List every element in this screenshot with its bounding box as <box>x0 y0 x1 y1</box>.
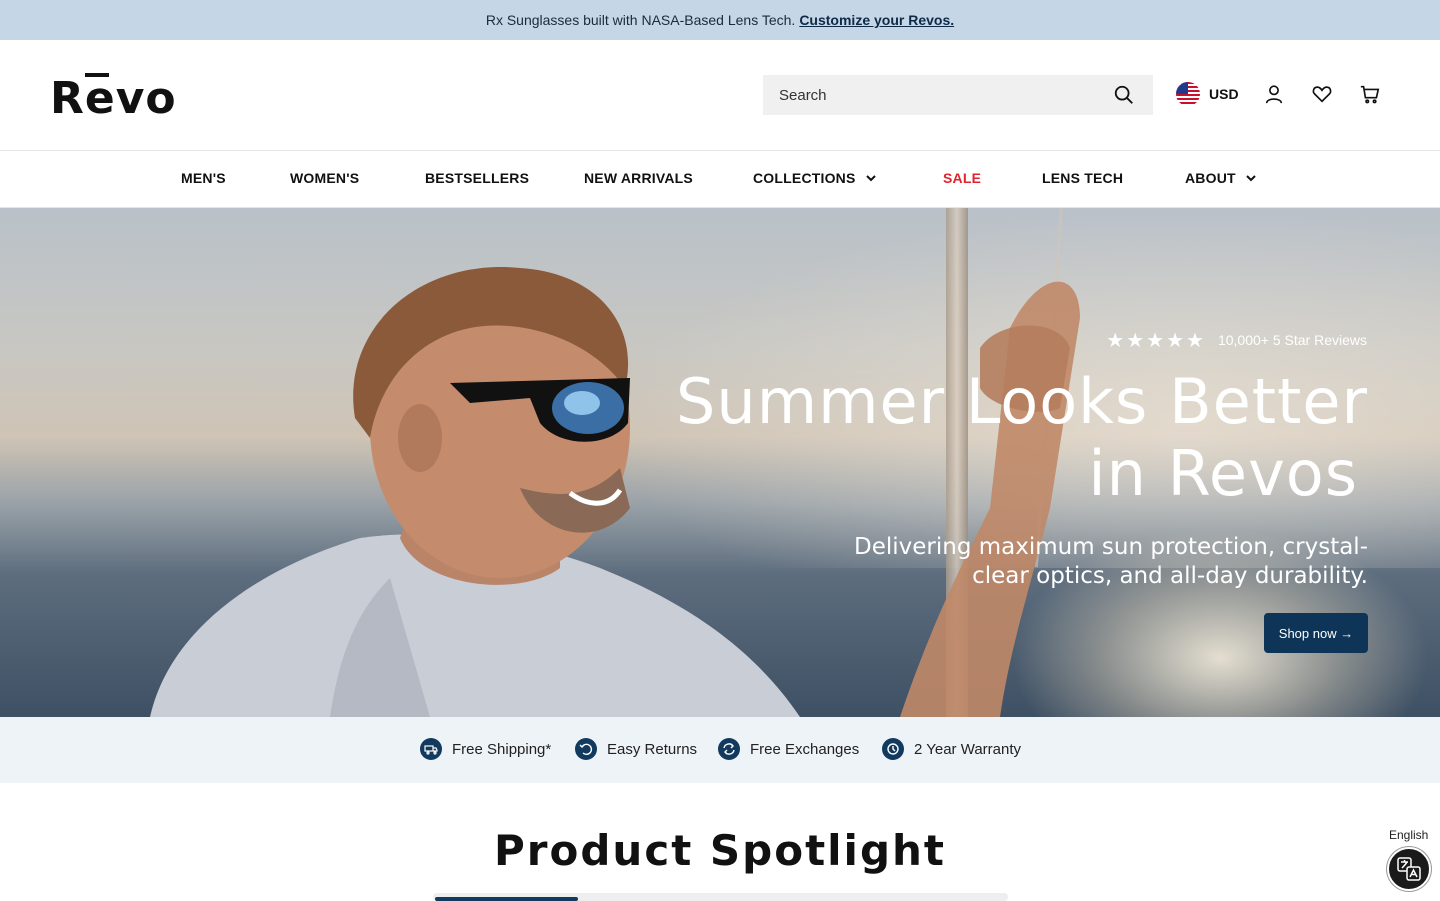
account-icon[interactable] <box>1263 83 1285 105</box>
perk-label: 2 Year Warranty <box>914 740 1021 758</box>
search-input[interactable] <box>763 75 1103 115</box>
nav-item-collections[interactable]: COLLECTIONS <box>753 170 877 186</box>
nav-label: COLLECTIONS <box>753 170 856 186</box>
hero-headline-line2: in Revos <box>1088 437 1358 510</box>
star-icon: ★ <box>1186 328 1204 352</box>
search-bar[interactable] <box>763 75 1153 115</box>
currency-label: USD <box>1209 86 1239 102</box>
returns-icon <box>575 738 597 760</box>
spotlight-tab-active[interactable] <box>435 897 578 901</box>
perk-label: Free Shipping* <box>452 740 552 758</box>
perk-free-exchanges: Free Exchanges <box>718 738 859 760</box>
hero-banner: ★ ★ ★ ★ ★ 10,000+ 5 Star Reviews Summer … <box>0 208 1440 717</box>
star-icon: ★ <box>1166 328 1185 352</box>
perks-bar: Free Shipping* Easy Returns Free Exchang… <box>0 717 1440 783</box>
nav-label: BESTSELLERS <box>425 170 530 186</box>
chevron-down-icon <box>865 175 876 182</box>
shipping-icon <box>420 738 442 760</box>
perk-label: Free Exchanges <box>750 740 860 758</box>
announcement-link[interactable]: Customize your Revos. <box>799 12 954 28</box>
rating-text: 10,000+ 5 Star Reviews <box>1217 332 1367 348</box>
perk-easy-returns: Easy Returns <box>575 738 697 760</box>
exchange-icon <box>718 738 740 760</box>
warranty-icon <box>882 738 904 760</box>
nav-item-bestsellers[interactable]: BESTSELLERS <box>425 170 529 186</box>
announcement-bar: Rx Sunglasses built with NASA-Based Lens… <box>0 0 1440 40</box>
us-flag-icon <box>1176 82 1200 106</box>
perk-label: Easy Returns <box>607 740 698 758</box>
nav-label: MEN'S <box>181 170 226 186</box>
rating-stars: ★ ★ ★ ★ ★ <box>1104 328 1204 352</box>
nav-item-new-arrivals[interactable]: NEW ARRIVALS <box>584 170 693 186</box>
translate-icon <box>1397 857 1421 881</box>
shop-now-button[interactable]: Shop now → <box>1264 613 1368 653</box>
hero-headline-line1: Summer Looks Better <box>676 365 1368 438</box>
site-header: Revo USD <box>0 40 1440 150</box>
cart-icon[interactable] <box>1359 83 1381 105</box>
nav-item-lens-tech[interactable]: LENS TECH <box>1042 170 1123 186</box>
hero-rating: ★ ★ ★ ★ ★ 10,000+ 5 Star Reviews <box>1104 328 1367 352</box>
perk-warranty: 2 Year Warranty <box>882 738 1021 760</box>
chevron-down-icon <box>1246 175 1256 182</box>
hero-subline: Delivering maximum sun protection, cryst… <box>854 534 1368 589</box>
nav-label: WOMEN'S <box>290 170 360 186</box>
nav-label: LENS TECH <box>1042 170 1124 186</box>
search-icon[interactable] <box>1113 84 1135 106</box>
currency-selector[interactable]: USD <box>1176 82 1239 106</box>
revo-logo[interactable]: Revo <box>50 70 200 118</box>
nav-item-mens[interactable]: MEN'S <box>181 170 226 186</box>
star-icon: ★ <box>1106 328 1125 352</box>
announcement-text: Rx Sunglasses built with NASA-Based Lens… <box>485 12 796 28</box>
translate-button[interactable] <box>1387 847 1431 891</box>
nav-label: SALE <box>943 170 982 186</box>
svg-text:Revo: Revo <box>50 73 177 118</box>
nav-item-womens[interactable]: WOMEN'S <box>290 170 359 186</box>
language-label: English <box>1389 828 1429 842</box>
nav-item-sale[interactable]: SALE <box>943 170 981 186</box>
hero-headline: Summer Looks Better in Revos <box>648 366 1368 510</box>
main-nav: MEN'S WOMEN'S BESTSELLERS NEW ARRIVALS C… <box>0 150 1440 208</box>
wishlist-heart-icon[interactable] <box>1311 83 1333 105</box>
nav-label: ABOUT <box>1185 170 1236 186</box>
star-icon: ★ <box>1126 328 1145 352</box>
product-spotlight-title: Product Spotlight <box>494 826 946 875</box>
star-icon: ★ <box>1146 328 1165 352</box>
nav-label: NEW ARRIVALS <box>584 170 693 186</box>
perk-free-shipping: Free Shipping* <box>420 738 551 760</box>
nav-item-about[interactable]: ABOUT <box>1185 170 1257 186</box>
